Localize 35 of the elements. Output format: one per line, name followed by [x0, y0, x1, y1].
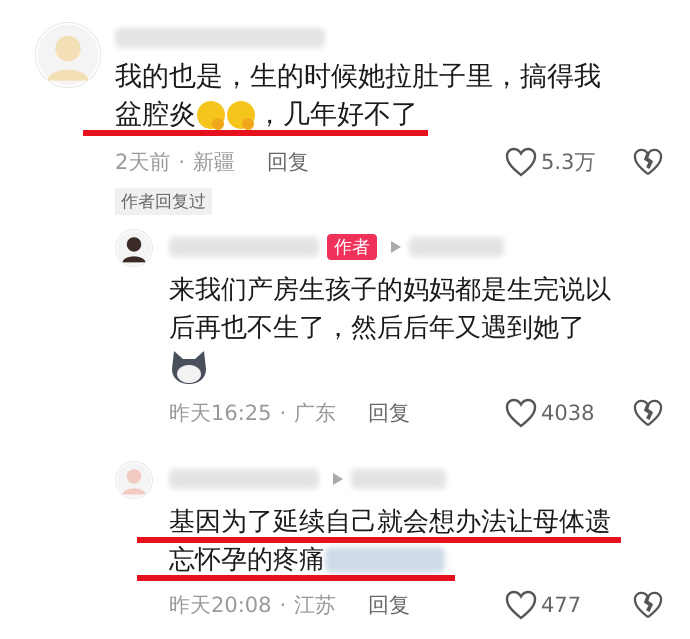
broken-heart-icon[interactable]: [633, 399, 663, 427]
timestamp: 昨天16:25: [169, 400, 272, 427]
broken-heart-icon[interactable]: [633, 591, 663, 619]
comment-text: 忘怀孕的疼痛: [169, 544, 325, 577]
emoji-icon: [196, 100, 226, 130]
heart-icon[interactable]: [505, 147, 537, 177]
heart-icon[interactable]: [505, 590, 537, 620]
author-replied-badge: 作者回复过: [115, 188, 212, 215]
separator-dot: ·: [280, 593, 286, 617]
timestamp: 2天前: [115, 149, 170, 176]
separator-dot: ·: [178, 150, 186, 174]
reply-link[interactable]: 回复: [368, 591, 410, 619]
comment-text: 基因为了延续自己就会想办法让母体遗: [169, 506, 611, 539]
location: 新疆: [193, 149, 236, 176]
reply-link[interactable]: 回复: [267, 148, 310, 176]
heart-icon[interactable]: [505, 398, 537, 428]
comment-text: ，几年好不了: [256, 98, 418, 132]
location: 广东: [294, 400, 336, 427]
comment-text: 我的也是，生的时候她拉肚子里，搞得我: [115, 60, 601, 94]
emoji-icon: [226, 100, 256, 130]
location: 江苏: [294, 592, 336, 619]
triangle-icon: [333, 473, 343, 485]
reply-link[interactable]: 回复: [368, 399, 410, 427]
timestamp: 昨天20:08: [169, 592, 272, 619]
like-count: 4038: [541, 401, 596, 425]
comment-text: 后再也不生了，然后后年又遇到她了: [169, 312, 585, 345]
triangle-icon: [391, 241, 401, 253]
separator-dot: ·: [280, 401, 286, 425]
author-tag: 作者: [327, 234, 377, 260]
broken-heart-icon[interactable]: [633, 148, 663, 176]
comment-text: 盆腔炎: [115, 98, 196, 132]
like-count: 5.3万: [541, 149, 596, 176]
like-count: 477: [541, 593, 582, 617]
avatar[interactable]: [115, 229, 153, 267]
comment-text: 来我们产房生孩子的妈妈都是生完说以: [169, 274, 611, 307]
